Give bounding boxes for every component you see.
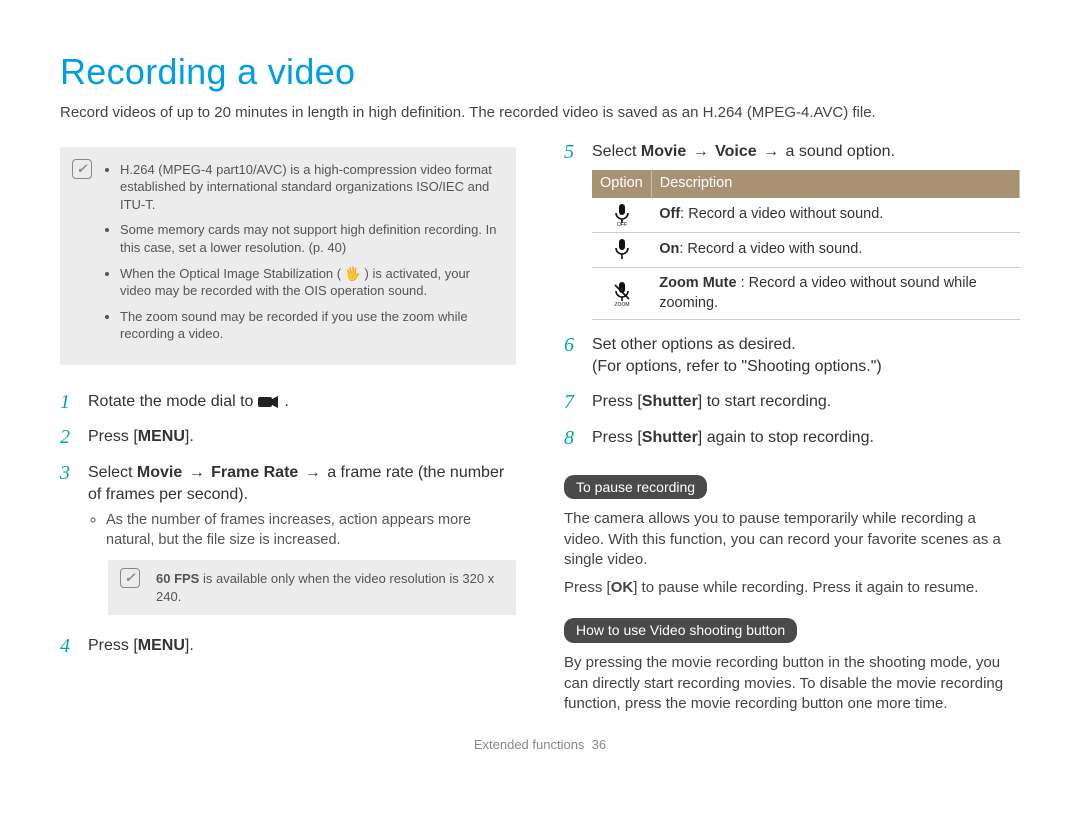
pause-heading: To pause recording	[564, 475, 707, 500]
step-text: .	[284, 393, 288, 410]
table-row: OFF Off: Record a video without sound.	[592, 198, 1020, 233]
step-text: (For options, refer to "Shooting options…	[592, 358, 882, 375]
step-text: ].	[185, 637, 194, 654]
step-text: Press [	[88, 428, 138, 445]
fps-note-box: ✓ 60 FPS is available only when the vide…	[108, 560, 516, 615]
cell-desc: Off: Record a video without sound.	[651, 198, 1019, 233]
pause-paragraph: The camera allows you to pause temporari…	[564, 509, 1020, 570]
intro-text: Record videos of up to 20 minutes in len…	[60, 103, 1020, 123]
col-option: Option	[592, 170, 651, 198]
step-text: Rotate the mode dial to	[88, 393, 258, 410]
cell-desc: Zoom Mute : Record a video without sound…	[651, 268, 1019, 320]
page-footer: Extended functions 36	[60, 736, 1020, 754]
step-2: Press [MENU].	[60, 426, 516, 448]
strong: Movie	[137, 464, 182, 481]
info-note-item: When the Optical Image Stabilization ( 🖐…	[120, 265, 500, 300]
step-text: Press [	[592, 429, 642, 446]
mic-zoom-mute-icon: ZOOM	[592, 268, 651, 320]
mic-on-icon	[592, 233, 651, 268]
menu-key: MENU	[138, 428, 185, 445]
strong: Movie	[641, 143, 686, 160]
arrow: →	[298, 464, 327, 481]
info-note-item: Some memory cards may not support high d…	[120, 221, 500, 256]
col-description: Description	[651, 170, 1019, 198]
step-text: ] again to stop recording.	[698, 429, 874, 446]
step-5: Select Movie → Voice → a sound option. O…	[564, 141, 1020, 320]
opt-label: On	[659, 241, 679, 257]
arrow: →	[757, 143, 786, 160]
note-icon: ✓	[72, 159, 92, 179]
strong: Shutter	[642, 429, 698, 446]
step-text: ].	[185, 428, 194, 445]
step-3: Select Movie → Frame Rate → a frame rate…	[60, 462, 516, 615]
info-note-box: ✓ H.264 (MPEG-4 part10/AVC) is a high-co…	[60, 147, 516, 365]
step-text: ] to start recording.	[698, 393, 831, 410]
step-1: Rotate the mode dial to .	[60, 391, 516, 413]
opt-label: Zoom Mute	[659, 275, 736, 291]
step-4: Press [MENU].	[60, 635, 516, 657]
arrow: →	[686, 143, 715, 160]
note-icon: ✓	[120, 568, 140, 588]
step-text: a sound option.	[786, 143, 895, 160]
mic-off-icon: OFF	[592, 198, 651, 233]
info-note-item: The zoom sound may be recorded if you us…	[120, 308, 500, 343]
manual-page: Recording a video Record videos of up to…	[0, 0, 1080, 764]
cell-desc: On: Record a video with sound.	[651, 233, 1019, 268]
opt-desc: : Record a video without sound.	[680, 206, 883, 222]
step-8: Press [Shutter] again to stop recording.	[564, 427, 1020, 449]
howto-heading: How to use Video shooting button	[564, 618, 797, 643]
step-6: Set other options as desired. (For optio…	[564, 334, 1020, 377]
voice-options-table: Option Description OFF Off: Record a vid…	[592, 170, 1020, 320]
table-row: On: Record a video with sound.	[592, 233, 1020, 268]
opt-desc: : Record a video with sound.	[679, 241, 862, 257]
strong: Voice	[715, 143, 757, 160]
footer-page-number: 36	[592, 737, 606, 752]
strong: 60 FPS	[156, 571, 199, 586]
svg-text:ZOOM: ZOOM	[614, 302, 629, 306]
ok-key: OK	[611, 579, 634, 596]
table-row: ZOOM Zoom Mute : Record a video without …	[592, 268, 1020, 320]
footer-section: Extended functions	[474, 737, 585, 752]
right-column: Select Movie → Voice → a sound option. O…	[564, 141, 1020, 722]
svg-text:OFF: OFF	[617, 222, 627, 226]
step-text: Select	[592, 143, 641, 160]
step-text: Press [	[88, 637, 138, 654]
note-text: is available only when the video resolut…	[156, 571, 494, 604]
step-sublist: As the number of frames increases, actio…	[88, 511, 516, 550]
mode-dial-video-icon	[258, 393, 284, 410]
howto-paragraph: By pressing the movie recording button i…	[564, 653, 1020, 714]
left-column: ✓ H.264 (MPEG-4 part10/AVC) is a high-co…	[60, 141, 516, 722]
step-7: Press [Shutter] to start recording.	[564, 391, 1020, 413]
strong: Shutter	[642, 393, 698, 410]
step-text: Select	[88, 464, 137, 481]
strong: Frame Rate	[211, 464, 298, 481]
steps-right: Select Movie → Voice → a sound option. O…	[564, 141, 1020, 449]
step-text: Set other options as desired.	[592, 336, 796, 353]
info-note-item: H.264 (MPEG-4 part10/AVC) is a high-comp…	[120, 161, 500, 214]
steps-left: Rotate the mode dial to . Press [MENU]. …	[60, 391, 516, 657]
step-subitem: As the number of frames increases, actio…	[106, 511, 516, 550]
pause-paragraph2: Press [OK] to pause while recording. Pre…	[564, 578, 1020, 598]
menu-key: MENU	[138, 637, 185, 654]
arrow: →	[182, 464, 211, 481]
step-text: Press [	[592, 393, 642, 410]
text: ] to pause while recording. Press it aga…	[633, 579, 978, 596]
info-note-list: H.264 (MPEG-4 part10/AVC) is a high-comp…	[106, 161, 500, 343]
page-title: Recording a video	[60, 48, 1020, 97]
opt-label: Off	[659, 206, 680, 222]
text: Press [	[564, 579, 611, 596]
